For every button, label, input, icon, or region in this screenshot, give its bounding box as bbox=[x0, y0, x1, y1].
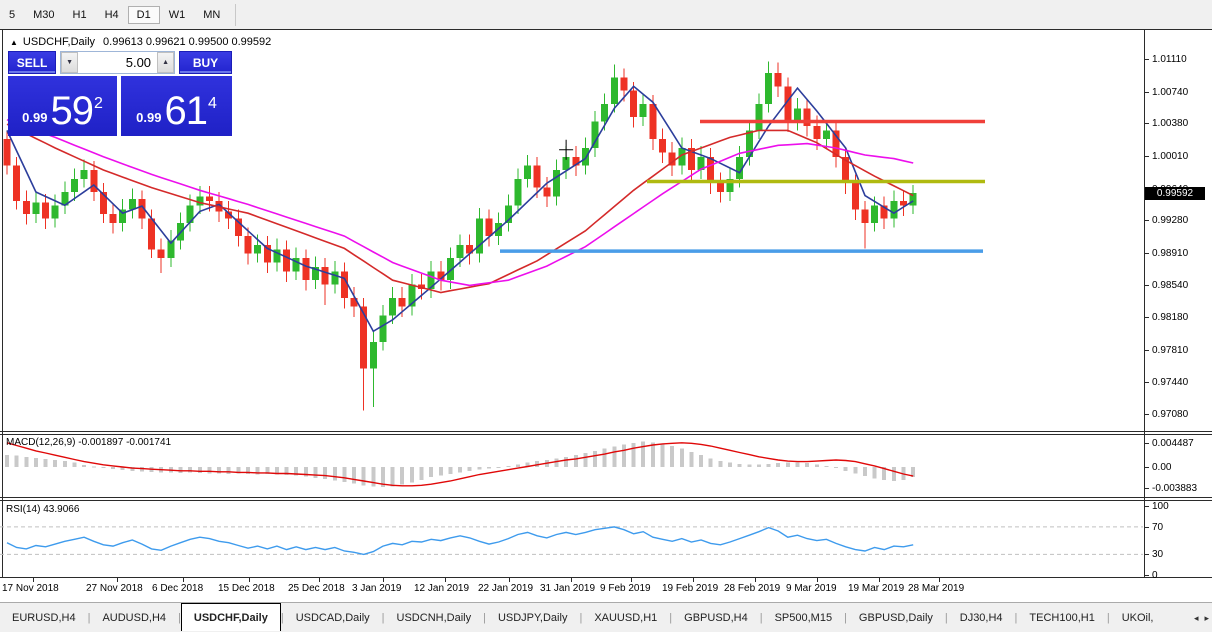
bid-price-pip: 2 bbox=[94, 96, 103, 112]
date-label: 17 Nov 2018 bbox=[2, 583, 59, 594]
chart-tab-gbpusd-daily[interactable]: GBPUSD,Daily bbox=[847, 603, 945, 632]
trading-platform-window: 5M30H1H4D1W1MN ▲ USDCHF,Daily 0.99613 0.99… bbox=[0, 0, 1212, 632]
rsi-indicator-label: RSI(14) 43.9066 bbox=[6, 504, 79, 515]
chart-tab-usdjpy-daily[interactable]: USDJPY,Daily bbox=[486, 603, 580, 632]
price-scale-tick: 0.97440 bbox=[1152, 377, 1188, 388]
rsi-name: RSI(14) bbox=[6, 504, 40, 515]
date-label: 19 Mar 2019 bbox=[848, 583, 904, 594]
timeframe-button-h4[interactable]: H4 bbox=[96, 6, 128, 24]
volume-increase-button[interactable]: ▲ bbox=[157, 52, 174, 73]
macd-value-1: -0.001897 bbox=[78, 437, 123, 448]
toolbar-separator bbox=[235, 4, 236, 26]
date-label: 6 Dec 2018 bbox=[152, 583, 203, 594]
macd-indicator-label: MACD(12,26,9) -0.001897 -0.001741 bbox=[6, 437, 171, 448]
chart-tab-usdchf-daily[interactable]: USDCHF,Daily bbox=[181, 603, 281, 631]
chart-tabs-bar: EURUSD,H4|AUDUSD,H4|USDCHF,Daily|USDCAD,… bbox=[0, 602, 1212, 632]
timeframe-button-d1[interactable]: D1 bbox=[128, 6, 160, 24]
volume-input[interactable]: 5.00 bbox=[78, 52, 157, 73]
ask-price-pip: 4 bbox=[208, 96, 217, 112]
date-label: 22 Jan 2019 bbox=[478, 583, 533, 594]
one-click-trading-panel: SELL ▼ 5.00 ▲ BUY 0.99592 0.99614 bbox=[8, 51, 232, 136]
chart-tab-eurusd-h4[interactable]: EURUSD,H4 bbox=[0, 603, 88, 632]
date-label: 9 Mar 2019 bbox=[786, 583, 837, 594]
chart-tab-gbpusd-h4[interactable]: GBPUSD,H4 bbox=[672, 603, 760, 632]
chart-tab-sp500-m15[interactable]: SP500,M15 bbox=[763, 603, 844, 632]
bid-price-prefix: 0.99 bbox=[22, 108, 47, 128]
macd-scale-tick: 0.004487 bbox=[1152, 438, 1194, 449]
timeframe-toolbar: 5M30H1H4D1W1MN bbox=[0, 0, 1212, 29]
chart-tab-dj30-h4[interactable]: DJ30,H4 bbox=[948, 603, 1015, 632]
bid-price-main: 59 bbox=[50, 94, 93, 128]
chart-tab-ukoil-[interactable]: UKOil, bbox=[1110, 603, 1166, 632]
timeframe-button-m30[interactable]: M30 bbox=[24, 6, 63, 24]
tab-scroll-left-icon[interactable]: ◂ bbox=[1194, 613, 1199, 624]
volume-decrease-button[interactable]: ▼ bbox=[61, 52, 78, 73]
date-label: 28 Mar 2019 bbox=[908, 583, 964, 594]
price-scale-tick: 1.00380 bbox=[1152, 118, 1188, 129]
date-label: 31 Jan 2019 bbox=[540, 583, 595, 594]
bid-price-box[interactable]: 0.99592 bbox=[8, 76, 117, 136]
macd-value-2: -0.001741 bbox=[126, 437, 171, 448]
macd-name: MACD(12,26,9) bbox=[6, 437, 75, 448]
sell-button[interactable]: SELL bbox=[8, 51, 56, 74]
chart-tab-audusd-h4[interactable]: AUDUSD,H4 bbox=[90, 603, 178, 632]
chart-tab-usdcnh-daily[interactable]: USDCNH,Daily bbox=[385, 603, 484, 632]
price-scale-tick: 0.98540 bbox=[1152, 280, 1188, 291]
buy-button[interactable]: BUY bbox=[179, 51, 232, 74]
date-label: 27 Nov 2018 bbox=[86, 583, 143, 594]
rsi-scale-tick: 70 bbox=[1152, 522, 1163, 533]
timeframe-button-mn[interactable]: MN bbox=[194, 6, 229, 24]
timeframe-button-5[interactable]: 5 bbox=[0, 6, 24, 24]
tab-scroll-arrows: ◂▸ bbox=[1194, 603, 1209, 632]
rsi-scale-tick: 0 bbox=[1152, 570, 1158, 581]
timeframe-button-h1[interactable]: H1 bbox=[64, 6, 96, 24]
rsi-scale-tick: 30 bbox=[1152, 549, 1163, 560]
price-scale-tick: 1.01110 bbox=[1152, 54, 1187, 65]
ask-price-main: 61 bbox=[164, 94, 207, 128]
price-scale-tick: 1.00740 bbox=[1152, 87, 1188, 98]
chart-tab-tech100-h1[interactable]: TECH100,H1 bbox=[1017, 603, 1106, 632]
macd-scale-tick: -0.003883 bbox=[1152, 483, 1197, 494]
date-label: 3 Jan 2019 bbox=[352, 583, 402, 594]
ask-price-prefix: 0.99 bbox=[136, 108, 161, 128]
price-scale-tick: 0.97080 bbox=[1152, 409, 1188, 420]
date-label: 12 Jan 2019 bbox=[414, 583, 469, 594]
chart-ohlc-values: 0.99613 0.99621 0.99500 0.99592 bbox=[103, 36, 271, 48]
macd-scale-tick: 0.00 bbox=[1152, 462, 1171, 473]
date-label: 25 Dec 2018 bbox=[288, 583, 345, 594]
chart-tab-usdcad-daily[interactable]: USDCAD,Daily bbox=[284, 603, 382, 632]
chart-symbol-label: USDCHF,Daily bbox=[23, 36, 95, 48]
price-scale-tick: 1.00010 bbox=[1152, 151, 1188, 162]
tab-scroll-right-icon[interactable]: ▸ bbox=[1204, 613, 1209, 624]
timeframe-button-w1[interactable]: W1 bbox=[160, 6, 195, 24]
price-scale-tick: 0.98180 bbox=[1152, 312, 1188, 323]
window-collapse-icon[interactable]: ▲ bbox=[10, 38, 18, 47]
price-scale-tick: 0.97810 bbox=[1152, 345, 1188, 356]
date-label: 9 Feb 2019 bbox=[600, 583, 651, 594]
price-scale-tick: 0.98910 bbox=[1152, 248, 1188, 259]
volume-stepper: ▼ 5.00 ▲ bbox=[60, 51, 175, 74]
price-scale-tick: 0.99280 bbox=[1152, 215, 1188, 226]
date-label: 19 Feb 2019 bbox=[662, 583, 718, 594]
date-label: 15 Dec 2018 bbox=[218, 583, 275, 594]
date-label: 28 Feb 2019 bbox=[724, 583, 780, 594]
ask-price-box[interactable]: 0.99614 bbox=[121, 76, 232, 136]
chart-tab-xauusd-h1[interactable]: XAUUSD,H1 bbox=[582, 603, 669, 632]
current-price-badge: 0.99592 bbox=[1145, 187, 1205, 200]
rsi-value: 43.9066 bbox=[43, 504, 79, 515]
chart-header: ▲ USDCHF,Daily 0.99613 0.99621 0.99500 0.9… bbox=[10, 36, 271, 48]
rsi-scale-tick: 100 bbox=[1152, 501, 1169, 512]
